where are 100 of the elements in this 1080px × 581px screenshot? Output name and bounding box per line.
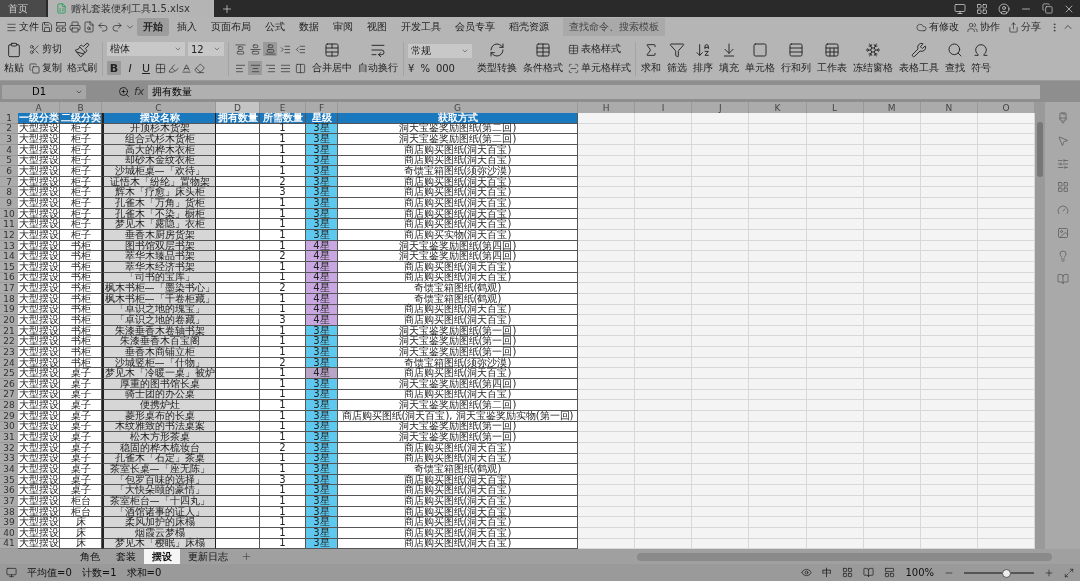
name-box[interactable]: D1 xyxy=(2,84,86,99)
row-number[interactable]: 20 xyxy=(0,315,18,326)
undo-icon[interactable] xyxy=(97,21,109,33)
freeze-icon[interactable] xyxy=(865,42,881,58)
align-top-icon[interactable] xyxy=(233,42,247,56)
ribbon-tool-button[interactable]: 填充 xyxy=(718,42,740,75)
align-center-icon[interactable] xyxy=(248,61,262,75)
copy-button[interactable]: 复制 xyxy=(29,61,62,75)
ribbon-tab[interactable]: 开始 xyxy=(137,18,169,36)
sort-icon[interactable] xyxy=(695,42,711,58)
ribbon-tab[interactable]: 插入 xyxy=(171,18,203,36)
align-bottom-icon[interactable] xyxy=(263,42,277,56)
command-search-field[interactable]: 查找命令、搜索模板 xyxy=(563,18,665,36)
row-number[interactable]: 40 xyxy=(0,528,18,539)
book-icon[interactable] xyxy=(1056,273,1069,285)
format-painter-button[interactable]: 格式刷 xyxy=(66,42,98,75)
ribbon-tab[interactable]: 审阅 xyxy=(327,18,359,36)
column-header[interactable]: L xyxy=(806,102,864,113)
highlighter-icon[interactable] xyxy=(168,62,179,74)
ribbon-tool-button[interactable]: 筛选 xyxy=(666,42,688,75)
sheet-tab[interactable]: 套装 xyxy=(108,548,144,565)
restore-icon[interactable] xyxy=(1042,3,1053,14)
paintbrush-icon[interactable] xyxy=(74,42,90,58)
row-number[interactable]: 6 xyxy=(0,166,18,177)
align-middle-icon[interactable] xyxy=(248,42,262,56)
table-icon[interactable] xyxy=(535,42,551,58)
apps-icon[interactable] xyxy=(976,2,988,15)
wrap-text-button[interactable]: 自动换行 xyxy=(357,42,399,75)
ribbon-tab[interactable]: 稻壳资源 xyxy=(503,18,555,36)
caret-icon[interactable] xyxy=(213,45,221,53)
ribbon-tab[interactable]: 页面布局 xyxy=(205,18,257,36)
sheet-tab[interactable]: 更新日志 xyxy=(180,548,236,565)
document-tab[interactable]: 首页 xyxy=(0,0,46,17)
column-header[interactable]: H xyxy=(578,102,636,113)
row-number[interactable]: 4 xyxy=(0,144,18,156)
header-action[interactable]: 有修改 xyxy=(916,20,959,34)
ribbon-tool-button[interactable]: 冻结窗格 xyxy=(852,42,894,75)
add-sheet-icon[interactable] xyxy=(241,551,252,562)
formula-field[interactable]: 拥有数量 xyxy=(148,84,1040,99)
copy-icon[interactable] xyxy=(29,62,40,74)
filter-icon[interactable] xyxy=(669,42,685,58)
row-number[interactable]: 26 xyxy=(0,379,18,390)
ribbon-tool-button[interactable]: 行和列 xyxy=(780,42,812,75)
rows-icon[interactable] xyxy=(788,42,804,58)
layout-view-icon[interactable] xyxy=(884,567,896,578)
cut-button[interactable]: 剪切 xyxy=(29,42,62,56)
sheet-tab[interactable]: 角色 xyxy=(72,548,108,565)
row-number[interactable]: 29 xyxy=(0,410,18,422)
print-icon[interactable] xyxy=(69,21,81,33)
row-number[interactable]: 31 xyxy=(0,432,18,443)
caret-icon[interactable] xyxy=(174,45,182,53)
eraser-icon[interactable] xyxy=(194,62,205,74)
fill-down-icon[interactable] xyxy=(721,42,737,58)
normal-view-icon[interactable] xyxy=(842,567,854,578)
column-header[interactable]: O xyxy=(977,102,1035,113)
pointer-icon[interactable] xyxy=(1056,135,1069,147)
column-header[interactable]: F xyxy=(306,102,338,113)
column-header[interactable]: A xyxy=(18,102,60,113)
zoom-icon[interactable] xyxy=(118,85,130,98)
fit-icon[interactable] xyxy=(1064,567,1074,578)
zoom-in-icon[interactable] xyxy=(1044,567,1054,578)
format-toggle[interactable]: B xyxy=(107,61,121,75)
new-tab-icon[interactable] xyxy=(221,2,233,15)
gauge-icon[interactable] xyxy=(1056,204,1069,216)
row-number[interactable]: 32 xyxy=(0,442,18,454)
font-color-icon[interactable] xyxy=(181,62,192,74)
conditional-format-button[interactable]: 条件格式 xyxy=(522,42,564,75)
row-number[interactable]: 23 xyxy=(0,347,18,358)
row-number[interactable]: 34 xyxy=(0,464,18,475)
ribbon-tool-button[interactable]: 求和 xyxy=(640,42,662,75)
monitor-icon[interactable] xyxy=(954,2,966,15)
table-style-button[interactable]: 表格样式 xyxy=(568,42,631,56)
ribbon-tab[interactable]: 公式 xyxy=(259,18,291,36)
cell-style-button[interactable]: 单元格样式 xyxy=(568,61,631,75)
column-header[interactable]: M xyxy=(863,102,921,113)
column-header[interactable]: K xyxy=(749,102,807,113)
row-number[interactable]: 14 xyxy=(0,251,18,262)
page-view-icon[interactable] xyxy=(863,567,875,578)
cell-style-icon[interactable] xyxy=(568,62,579,74)
omega-icon[interactable] xyxy=(973,42,989,58)
scissors-icon[interactable] xyxy=(29,43,40,55)
ribbon-tab[interactable]: 开发工具 xyxy=(395,18,447,36)
wrap-icon[interactable] xyxy=(370,42,386,58)
merge-center-button[interactable]: 合并居中 xyxy=(311,42,353,75)
wrench-icon[interactable] xyxy=(911,42,927,58)
scrollbar-thumb[interactable] xyxy=(1037,122,1043,177)
merge-icon[interactable] xyxy=(324,42,340,58)
ribbon-tool-button[interactable]: 排序 xyxy=(692,42,714,75)
column-header[interactable]: J xyxy=(692,102,750,113)
grid-icon[interactable] xyxy=(1056,181,1069,193)
header-action[interactable]: 协作 xyxy=(967,20,1000,34)
sigma-icon[interactable] xyxy=(643,42,659,58)
clipboard-icon[interactable] xyxy=(6,42,22,58)
file-menu[interactable]: 文件 xyxy=(6,20,39,34)
more-icon[interactable] xyxy=(125,22,135,32)
ribbon-tab[interactable]: 数据 xyxy=(293,18,325,36)
format-toggle[interactable]: U xyxy=(139,61,153,75)
font-size-select[interactable]: 12 xyxy=(188,42,224,56)
save-icon[interactable] xyxy=(41,21,53,33)
zoom-thumb[interactable] xyxy=(1002,568,1011,578)
